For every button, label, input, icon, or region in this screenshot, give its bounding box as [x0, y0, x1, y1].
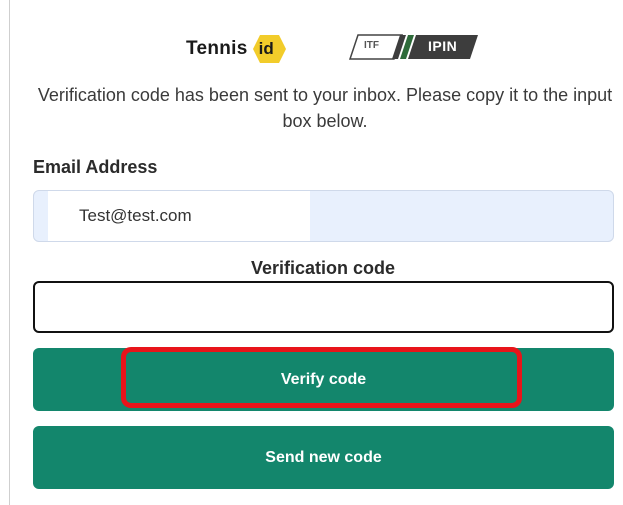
verification-code-label: Verification code	[250, 258, 396, 278]
ipin-text: IPIN	[428, 38, 458, 54]
itf-ipin-logo: ITF IPIN	[344, 32, 479, 62]
verification-code-input[interactable]	[35, 283, 612, 331]
id-badge-icon: id	[251, 34, 287, 64]
verification-code-field[interactable]	[33, 281, 614, 333]
itf-text: ITF	[364, 40, 379, 51]
header-logos: Tennis id ITF IPIN	[0, 26, 623, 66]
verify-code-button[interactable]: Verify code	[33, 348, 614, 411]
id-badge-text: id	[258, 39, 274, 58]
email-input[interactable]	[79, 203, 579, 229]
tennis-id-logo: Tennis id	[186, 34, 287, 64]
verification-sent-message: Verification code has been sent to your …	[37, 85, 613, 131]
email-address-label: Email Address	[33, 157, 158, 177]
send-new-code-button[interactable]: Send new code	[33, 426, 614, 489]
email-field[interactable]	[33, 190, 614, 242]
tennis-brand-text: Tennis	[186, 38, 248, 59]
